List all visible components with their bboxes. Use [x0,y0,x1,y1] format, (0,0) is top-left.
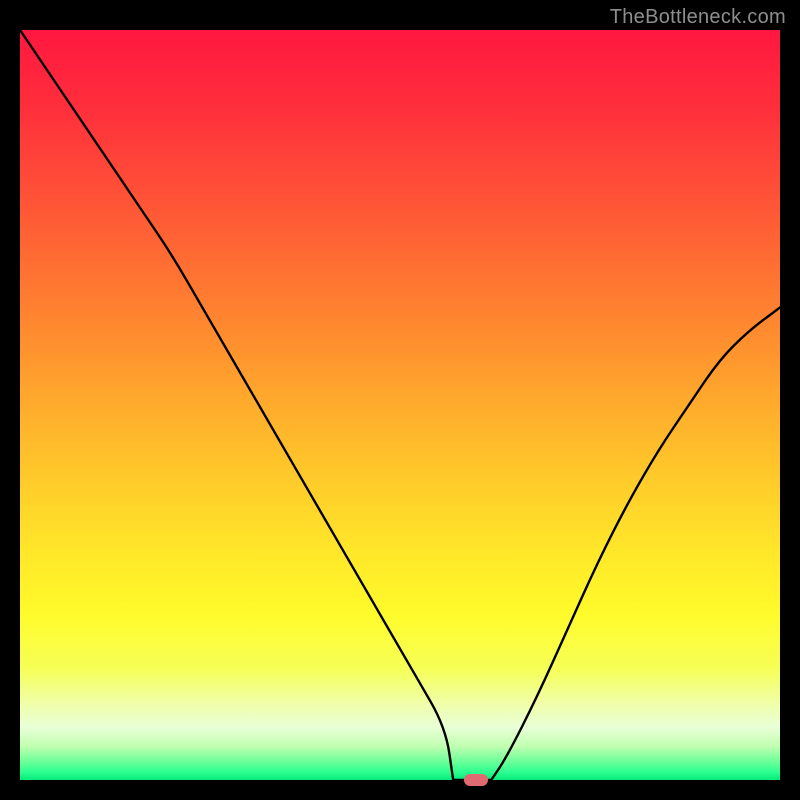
plot-area [20,30,780,780]
chart-frame: TheBottleneck.com [0,0,800,800]
watermark-text: TheBottleneck.com [610,6,786,29]
bottleneck-curve [20,30,780,780]
optimum-marker [464,774,488,786]
